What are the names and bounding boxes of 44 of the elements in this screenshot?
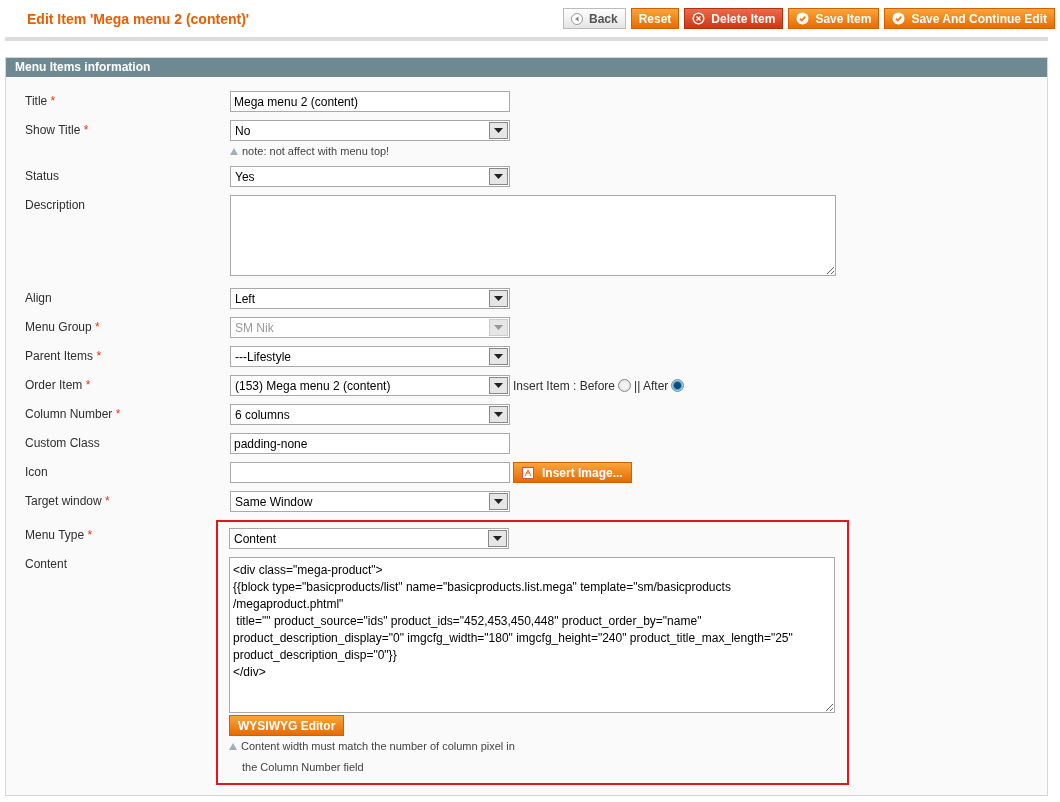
field-label: Column Number * [25, 406, 122, 423]
content-editor[interactable]: <div class="mega-product"> {{block type="basicproducts/list" name="basicproducts.list.mega" template="sm/basicproducts /megaproduct.phtml" title="" product_source="ids" product_ids="452,453,450,448" product_order_by="name" product_description_display="0" imgcfg_width="180" imgcfg_height="240" product_title_max_length="25" product_description_disp="0"}} </div> [229, 557, 835, 713]
select-field[interactable]: Same Window [230, 491, 510, 512]
select-field[interactable]: ---Lifestyle [230, 346, 510, 367]
select-field[interactable]: Content [229, 528, 509, 549]
select-field[interactable]: Yes [230, 166, 510, 187]
radio-label: || After [634, 378, 669, 393]
check-icon [892, 12, 906, 25]
image-icon [522, 466, 534, 479]
note-arrow-icon [229, 742, 237, 750]
radio-button[interactable] [671, 379, 685, 392]
field-label: Content [25, 556, 68, 571]
select-field[interactable]: (153) Mega menu 2 (content) [230, 375, 510, 396]
toolbar-button[interactable]: Back [563, 8, 626, 29]
text-field[interactable] [230, 462, 510, 483]
field-label: Target window * [25, 493, 111, 510]
section-header: Menu Items information [6, 58, 1047, 77]
page-title: Edit Item 'Mega menu 2 (content)' [27, 10, 250, 27]
field-label: Description [25, 197, 87, 214]
field-label: Status [25, 168, 61, 185]
text-area[interactable] [230, 195, 836, 276]
select-field[interactable]: Left [230, 288, 510, 309]
radio-button[interactable] [618, 379, 632, 392]
field-label: Menu Type * [25, 527, 93, 542]
toolbar-button[interactable]: Delete Item [684, 8, 784, 29]
field-note: the Column Number field [242, 761, 364, 773]
note-arrow-icon [230, 147, 238, 155]
field-label: Custom Class [25, 435, 101, 452]
radio-label: Insert Item : Before [513, 378, 616, 393]
field-label: Order Item * [25, 377, 92, 394]
field-label: Parent Items * [25, 348, 103, 365]
field-label: Icon [25, 464, 49, 481]
field-note: note: not affect with menu top! [242, 145, 390, 157]
select-field[interactable]: 6 columns [230, 404, 510, 425]
field-label: Menu Group * [25, 319, 101, 336]
field-label: Align [25, 290, 53, 307]
select-field[interactable]: No [230, 120, 510, 141]
field-label: Title * [25, 93, 57, 110]
field-note: Content width must match the number of column pixel in [241, 740, 515, 752]
check-icon [796, 12, 810, 25]
text-field[interactable]: padding-none [230, 433, 510, 454]
text-field[interactable]: Mega menu 2 (content) [230, 91, 510, 112]
field-label: Show Title * [25, 122, 90, 139]
delete-icon [692, 12, 706, 25]
